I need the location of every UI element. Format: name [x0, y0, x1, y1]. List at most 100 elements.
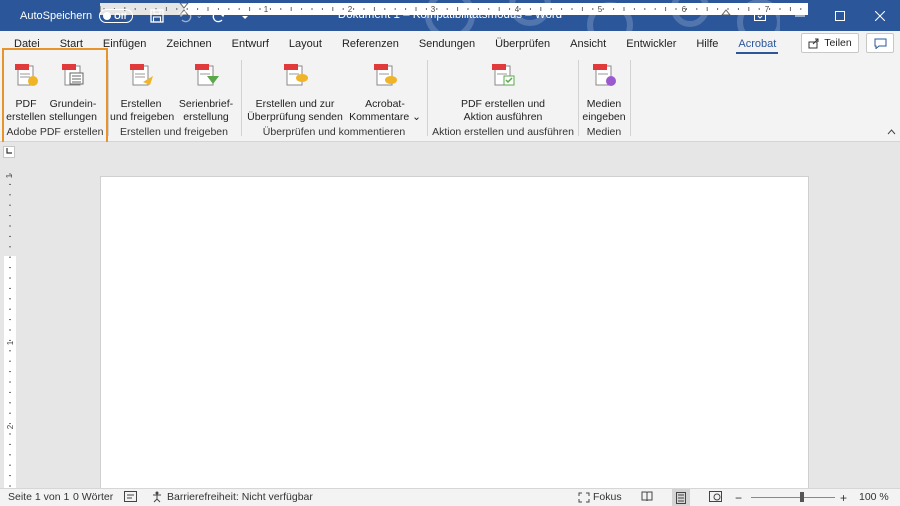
read-mode-icon[interactable] — [641, 491, 653, 502]
group-erstellen-und-freigeben: Erstellen und freigeben Serienbrief- ers… — [110, 56, 238, 142]
group-label: Überprüfen und kommentieren — [262, 126, 406, 138]
focus-mode[interactable]: Fokus — [578, 491, 622, 503]
minimize-icon[interactable] — [780, 0, 820, 31]
tab-sendungen[interactable]: Sendungen — [409, 31, 485, 56]
group-label: Medien — [586, 126, 622, 138]
tab-referenzen[interactable]: Referenzen — [332, 31, 409, 56]
share-button[interactable]: Teilen — [801, 33, 859, 53]
maximize-icon[interactable] — [820, 0, 860, 31]
comments-line2: Kommentare ⌄ — [349, 111, 421, 123]
ruler-row — [0, 142, 900, 160]
share-label: Teilen — [824, 37, 852, 49]
group-separator — [630, 60, 631, 136]
ruler-label: 1 — [6, 340, 15, 345]
word-count[interactable]: 0 Wörter — [73, 491, 113, 503]
share-icon — [808, 38, 819, 48]
acrobat-kommentare-button[interactable]: Acrobat- Kommentare ⌄ — [347, 60, 423, 124]
group-aktion-erstellen: PDF erstellen und Aktion ausführen Aktio… — [430, 56, 576, 142]
tab-start[interactable]: Start — [50, 31, 93, 56]
print-layout-icon[interactable] — [672, 489, 690, 506]
save-icon[interactable] — [147, 6, 167, 26]
horizontal-ruler[interactable]: 1 1 2 3 4 5 6 7 — [100, 3, 808, 15]
autosave[interactable]: AutoSpeichern Off — [20, 8, 134, 23]
mail-merge-icon — [195, 64, 219, 86]
ruler-label: 1 — [5, 173, 14, 178]
zoom-slider[interactable] — [751, 497, 835, 498]
pdf-erstellen-aktion-button[interactable]: PDF erstellen und Aktion ausführen — [450, 60, 556, 124]
tab-acrobat[interactable]: Acrobat — [728, 31, 786, 56]
erstellen-und-freigeben-button[interactable]: Erstellen und freigeben — [110, 60, 174, 124]
autosave-state: Off — [114, 10, 127, 21]
web-layout-icon[interactable] — [709, 491, 722, 502]
tab-ansicht[interactable]: Ansicht — [560, 31, 616, 56]
serienbrief-line1: Serienbrief- — [178, 98, 234, 110]
zoom-out-icon[interactable]: − — [735, 491, 742, 505]
group-label: Adobe PDF erstellen — [6, 126, 104, 138]
undo-dropdown-icon[interactable]: ⌄ — [195, 6, 203, 26]
medien-line2: eingeben — [582, 111, 626, 123]
zoom-slider-thumb[interactable] — [800, 492, 804, 502]
close-icon[interactable] — [860, 0, 900, 31]
medien-line1: Medien — [586, 98, 622, 110]
ruler-label: 2 — [6, 424, 15, 429]
pdf-erstellen-line1: PDF — [15, 98, 37, 110]
tab-entwurf[interactable]: Entwurf — [222, 31, 279, 56]
toggle-knob — [103, 11, 112, 20]
review-line2: Überprüfung senden — [247, 111, 343, 123]
accessibility-label: Barrierefreiheit: Nicht verfügbar — [167, 491, 313, 503]
ribbon-tabs: Datei Start Einfügen Zeichnen Entwurf La… — [0, 31, 900, 56]
group-separator — [578, 60, 579, 136]
tab-datei[interactable]: Datei — [0, 31, 50, 56]
tab-zeichnen[interactable]: Zeichnen — [156, 31, 221, 56]
ribbon: PDF erstellen Grundein- stellungen Adobe… — [0, 56, 900, 142]
comment-button[interactable] — [866, 33, 894, 53]
vertical-ruler[interactable]: 1 1 2 — [4, 170, 16, 488]
vertical-scrollbar[interactable] — [888, 160, 900, 488]
group-adobe-pdf-erstellen: PDF erstellen Grundein- stellungen Adobe… — [4, 56, 106, 142]
collapse-ribbon-icon[interactable] — [887, 127, 896, 138]
ruler-label: 2 — [348, 5, 353, 14]
serienbriefserstellung-button[interactable]: Serienbrief- erstellung — [176, 60, 236, 124]
tab-entwickler[interactable]: Entwickler — [616, 31, 686, 56]
grundeinstellungen-button[interactable]: Grundein- stellungen — [48, 60, 98, 124]
pdf-erstellen-button[interactable]: PDF erstellen — [6, 60, 46, 124]
grundeinstellungen-line1: Grundein- — [49, 98, 97, 110]
action-wizard-icon — [492, 64, 515, 86]
group-ueberpruefen-und-kommentieren: Erstellen und zur Überprüfung senden Acr… — [243, 56, 425, 142]
undo-icon[interactable] — [175, 6, 195, 26]
zoom-level[interactable]: 100 % — [859, 491, 889, 503]
ruler-label: 4 — [515, 5, 520, 14]
action-line2: Aktion ausführen — [463, 111, 543, 123]
comment-icon — [874, 38, 886, 49]
page-count[interactable]: Seite 1 von 1 — [8, 491, 69, 503]
focus-label: Fokus — [593, 491, 622, 503]
window-controls — [740, 0, 900, 31]
pdf-erstellen-line2: erstellen — [6, 111, 46, 123]
tab-layout[interactable]: Layout — [279, 31, 332, 56]
autosave-toggle[interactable]: Off — [99, 8, 134, 23]
create-share-icon — [130, 64, 153, 86]
ribbon-display-icon[interactable] — [740, 0, 780, 31]
tab-ueberpruefen[interactable]: Überprüfen — [485, 31, 560, 56]
erstellen-line1: Erstellen — [120, 98, 162, 110]
preferences-icon — [62, 64, 84, 86]
redo-icon[interactable] — [209, 6, 229, 26]
tab-selector[interactable] — [3, 146, 15, 158]
tab-einfuegen[interactable]: Einfügen — [93, 31, 156, 56]
group-separator — [241, 60, 242, 136]
review-line1: Erstellen und zur — [255, 98, 335, 110]
medien-eingeben-button[interactable]: Medien eingeben — [582, 60, 626, 124]
ruler-label: 3 — [431, 5, 436, 14]
group-medien: Medien eingeben Medien — [580, 56, 628, 142]
customize-icon[interactable] — [235, 6, 255, 26]
document-page[interactable] — [100, 176, 809, 488]
ruler-label: 1 — [264, 5, 269, 14]
proofing-icon[interactable] — [124, 491, 137, 502]
accessibility-status[interactable]: Barrierefreiheit: Nicht verfügbar — [151, 491, 313, 503]
group-label: Erstellen und freigeben — [120, 126, 228, 138]
zoom-in-icon[interactable]: + — [840, 491, 847, 505]
tab-hilfe[interactable]: Hilfe — [686, 31, 728, 56]
status-bar: Seite 1 von 1 0 Wörter Barrierefreiheit:… — [0, 488, 900, 506]
erstellen-zur-ueberpruefung-button[interactable]: Erstellen und zur Überprüfung senden — [247, 60, 343, 124]
action-line1: PDF erstellen und — [460, 98, 546, 110]
